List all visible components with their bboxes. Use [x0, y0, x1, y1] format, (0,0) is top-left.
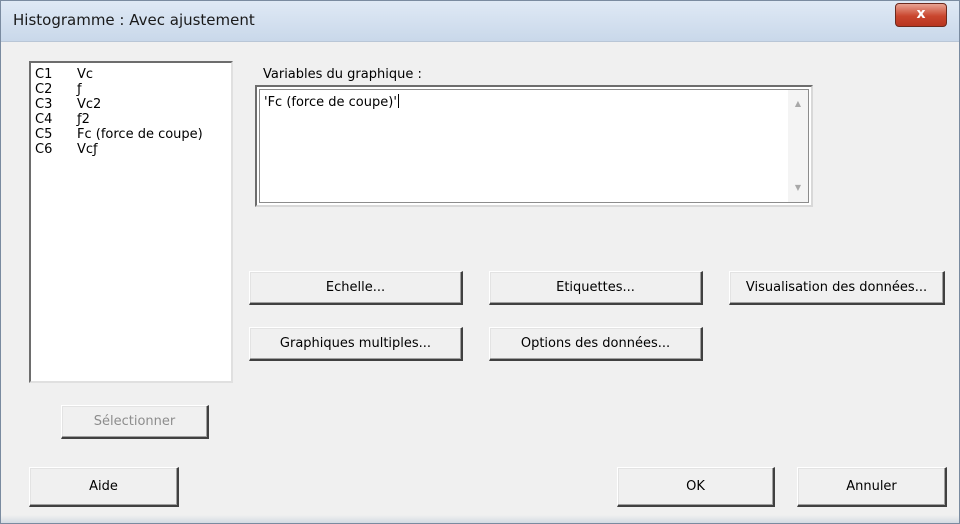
close-icon: x: [916, 6, 926, 22]
column-list-item[interactable]: C6 Vcƒ: [31, 142, 231, 157]
echelle-button[interactable]: Echelle...: [249, 271, 463, 305]
variables-scrollbar[interactable]: ▲ ▼: [788, 90, 808, 202]
etiquettes-button-label: Etiquettes...: [556, 280, 635, 295]
column-list-item[interactable]: C2 ƒ: [31, 82, 231, 97]
column-list-item[interactable]: C5 Fc (force de coupe): [31, 127, 231, 142]
graph-variables-label: Variables du graphique :: [263, 67, 422, 82]
etiquettes-button[interactable]: Etiquettes...: [489, 271, 703, 305]
cancel-button[interactable]: Annuler: [797, 467, 947, 507]
graph-variables-value: 'Fc (force de coupe)': [264, 95, 397, 110]
select-button[interactable]: Sélectionner: [61, 405, 209, 439]
dialog-window: Histogramme : Avec ajustement x C1 Vc C2…: [0, 0, 960, 524]
scroll-up-icon[interactable]: ▲: [788, 96, 808, 112]
visualisation-button[interactable]: Visualisation des données...: [729, 271, 945, 305]
column-name: Fc (force de coupe): [77, 127, 203, 142]
column-id: C4: [35, 112, 53, 127]
title-bar[interactable]: Histogramme : Avec ajustement x: [1, 1, 959, 42]
dialog-title: Histogramme : Avec ajustement: [13, 11, 255, 29]
help-button-label: Aide: [89, 479, 118, 494]
graphiques-multiples-button[interactable]: Graphiques multiples...: [249, 327, 463, 361]
column-name: ƒ2: [77, 112, 90, 127]
text-caret: [397, 94, 399, 108]
column-name: ƒ: [77, 82, 82, 97]
visualisation-button-label: Visualisation des données...: [745, 280, 928, 295]
close-button[interactable]: x: [895, 3, 947, 27]
ok-button[interactable]: OK: [617, 467, 775, 507]
options-donnees-button-label: Options des données...: [520, 336, 671, 351]
ok-button-label: OK: [686, 479, 705, 494]
column-name: Vc: [77, 67, 94, 82]
cancel-button-label: Annuler: [846, 479, 897, 494]
column-id: C2: [35, 82, 53, 97]
echelle-button-label: Echelle...: [325, 280, 386, 295]
column-id: C5: [35, 127, 53, 142]
column-list-item[interactable]: C3 Vc2: [31, 97, 231, 112]
column-name: Vcƒ: [77, 142, 98, 157]
graph-variables-inner: 'Fc (force de coupe)' ▲ ▼: [259, 89, 809, 203]
graph-variables-field[interactable]: 'Fc (force de coupe)' ▲ ▼: [255, 85, 813, 207]
column-id: C3: [35, 97, 53, 112]
column-name: Vc2: [77, 97, 102, 112]
column-list[interactable]: C1 Vc C2 ƒ C3 Vc2 C4 ƒ2 C5 Fc (force de …: [29, 61, 233, 383]
scroll-down-icon[interactable]: ▼: [788, 180, 808, 196]
help-button[interactable]: Aide: [29, 467, 179, 507]
column-list-item[interactable]: C4 ƒ2: [31, 112, 231, 127]
window-bottom-edge: [1, 515, 959, 523]
column-id: C6: [35, 142, 53, 157]
graph-variables-text: 'Fc (force de coupe)': [264, 94, 399, 110]
graphiques-multiples-button-label: Graphiques multiples...: [279, 336, 432, 351]
options-donnees-button[interactable]: Options des données...: [489, 327, 703, 361]
column-list-item[interactable]: C1 Vc: [31, 67, 231, 82]
select-button-label: Sélectionner: [93, 414, 176, 429]
column-id: C1: [35, 67, 53, 82]
